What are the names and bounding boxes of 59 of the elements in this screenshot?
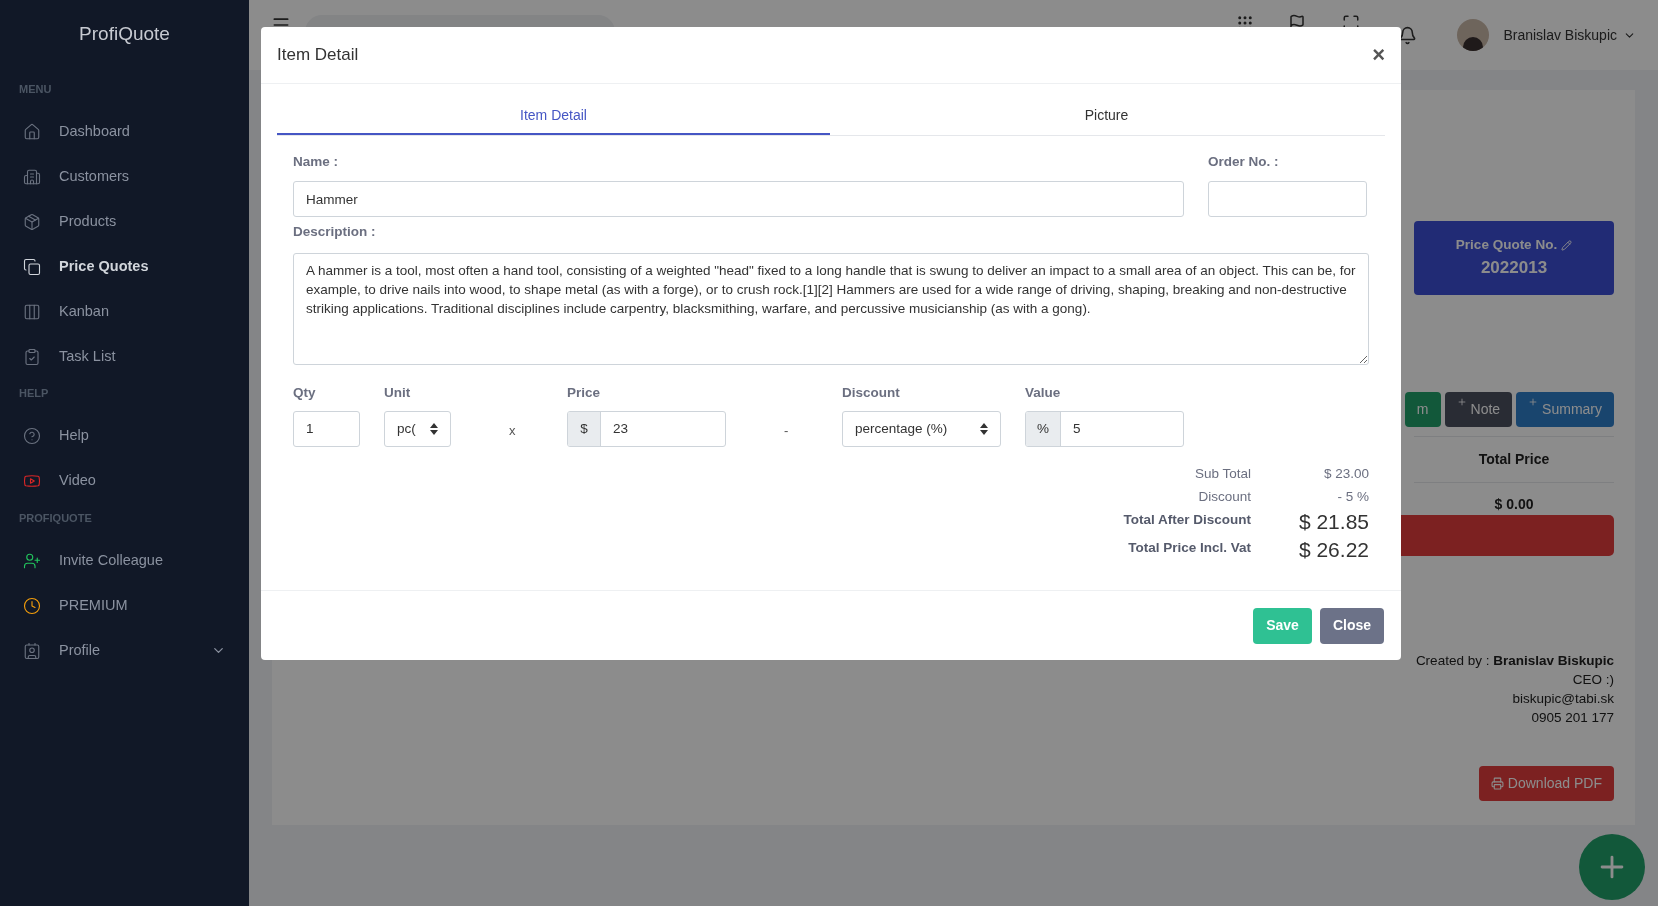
panel-title: Price Quote No. [1455,236,1558,255]
quote-number: 2022013 [1480,257,1548,280]
brand-logo[interactable]: ProfiQuote [0,0,249,75]
close-button[interactable]: × [1372,44,1385,66]
sidebar-item[interactable]: Help [0,413,249,459]
author-phone: 0905 201 177 [1531,709,1614,727]
multiply-sign: x [509,421,517,440]
field-label: Order No. : [1208,153,1280,171]
section-heading: HELP [18,386,50,401]
currency-addon: $ [568,411,601,446]
discount-type-select[interactable]: percentage (%) [842,410,1001,447]
summary-value: $ 21.85 [1297,509,1369,534]
description-field[interactable]: A hammer is a tool, most often a hand tool, consisting of a weighted "head" fixed to a long handle that is swung to deliver an impact to a small area of an object. This can be, for example, to drive nails into wood, to shape metal (as with a forge), or to crush rock.[1][2] Hammers are used for a wide range of driving, shaping, breaking and non-destructive striking applications. Traditional disciplines include carpentry, blacksmithing, warfare, and percussive musicianship (as with a gong). [293,252,1369,365]
user-name[interactable]: Branislav Biskupic [1503,24,1617,46]
add-button[interactable]: Note [1444,392,1513,427]
summary-label: Discount [1197,487,1251,506]
created-by: Created by : Branislav Biskupic [1415,652,1614,670]
sidebar-item[interactable]: PREMIUM [0,583,249,628]
table-header: Total Price [1477,450,1551,469]
sidebar-item[interactable]: Price Quotes [0,244,249,289]
table-cell-text: $ 0.00 [1493,495,1535,514]
price-field[interactable]: $ 23 [567,410,726,447]
summary-value: $ 26.22 [1297,537,1369,562]
section-heading: MENU [18,81,53,97]
dialog-button[interactable]: Close [1319,607,1384,644]
summary-label: Sub Total [1193,464,1251,483]
item-detail-dialog: Item Detail × Item Detail Picture Name : Hammer Order No. : Description : A hammer is a tool, most often a hand tool, consisting of a weighted "head" fixed to a long handle that is swung to deliver an impact to a small area of an object. This can be, for example, to drive nails into wood, to shape metal (as with a forge), or to crush rock.[1][2] Hammers are used for a wide range of driving, shaping, breaking and non-destructive striking applications. Traditional disciplines include carpentry, blacksmithing, warfare, and percussive musicianship (as with a gong). Qty 1 Unit pc( x Price $ 23 - Discount percentage (%) Value % 5 Sub Total $ 23.00 Discount - 5 % Total After Discount $ 21.85 Total Price Incl. Vat $ 26.22 Save Close [261,27,1401,660]
sidebar-item[interactable]: Profile [0,628,249,673]
sidebar-item[interactable]: Customers [0,154,249,199]
quantity-field[interactable]: 1 [293,410,360,447]
percent-addon: % [1026,411,1061,446]
dialog-title: Item Detail [277,44,359,67]
download-pdf-button[interactable]: Download PDF [1478,766,1614,801]
field-label: Discount [842,383,901,402]
sidebar-item[interactable]: Kanban [0,289,249,334]
summary-value: - 5 % [1336,487,1369,506]
author-email: biskupic@tabi.sk [1512,690,1614,708]
sidebar-item[interactable]: Task List [0,334,249,379]
field-label: Unit [384,383,412,402]
field-label: Price [567,383,602,402]
summary-label: Total Price Incl. Vat [1127,538,1251,557]
section-heading: PROFIQUOTE [18,510,93,526]
summary-label: Total After Discount [1122,510,1251,529]
field-label: Name : [293,153,339,171]
author-role: CEO :) [1572,671,1614,689]
name-field[interactable]: Hammer [293,181,1184,218]
tab[interactable]: Item Detail [277,98,830,135]
add-button[interactable]: Summary [1516,392,1614,427]
sidebar-item[interactable]: Dashboard [0,109,249,154]
unit-select[interactable]: pc( [384,410,451,447]
sidebar-item[interactable]: Video [0,458,249,504]
sidebar-item[interactable]: Invite Colleague [0,538,249,583]
field-label: Description : [293,223,377,242]
summary-value: $ 23.00 [1322,464,1369,483]
discount-value-field[interactable]: % 5 [1025,410,1184,447]
sidebar-item[interactable]: Products [0,199,249,244]
field-label: Value [1025,383,1062,402]
field-label: Qty [293,383,317,402]
tab[interactable]: Picture [830,98,1383,135]
